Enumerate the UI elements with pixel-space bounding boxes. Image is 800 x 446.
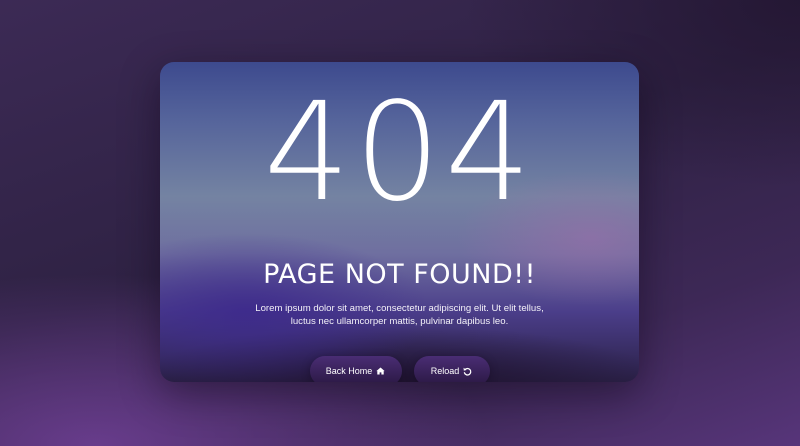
home-icon [376,367,385,375]
error-card: 404 PAGE NOT FOUND!! Lorem ipsum dolor s… [160,62,639,382]
action-buttons: Back Home Reload [309,356,490,382]
back-home-button[interactable]: Back Home [309,356,402,382]
reload-button[interactable]: Reload [413,356,490,382]
error-code: 404 [263,74,536,232]
error-description: Lorem ipsum dolor sit amet, consectetur … [255,303,544,327]
reload-icon [463,367,472,376]
back-home-label: Back Home [325,366,373,376]
reload-label: Reload [430,366,460,376]
error-headline: PAGE NOT FOUND!! [263,259,536,290]
error-card-content: 404 PAGE NOT FOUND!! Lorem ipsum dolor s… [160,62,639,382]
